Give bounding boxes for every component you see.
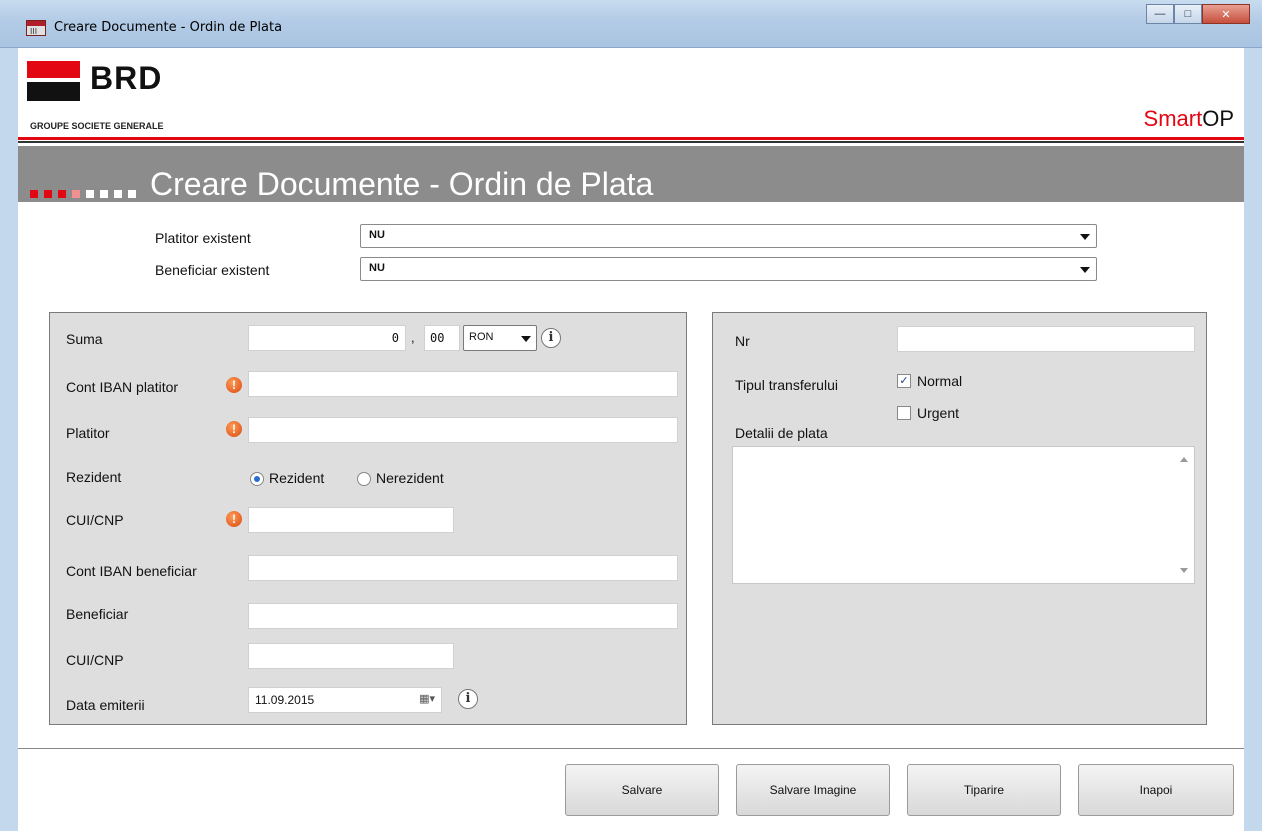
salvare-imagine-button[interactable]: Salvare Imagine xyxy=(736,764,890,816)
page-banner: Creare Documente - Ordin de Plata xyxy=(18,146,1244,202)
data-emiterii-label: Data emiterii xyxy=(66,697,145,713)
beneficiar-label: Beneficiar xyxy=(66,606,129,622)
minimize-icon[interactable]: — xyxy=(1146,4,1174,24)
window-content: BRD GROUPE SOCIETE GENERALE SmartOP Crea… xyxy=(18,48,1244,831)
brand-name: BRD xyxy=(90,60,163,96)
window-titlebar: III Creare Documente - Ordin de Plata — … xyxy=(0,0,1262,48)
chevron-down-icon xyxy=(1080,234,1090,240)
warning-icon: ! xyxy=(226,511,242,527)
data-emiterii-value: 11.09.2015 xyxy=(255,693,315,707)
window-frame-right xyxy=(1244,48,1262,831)
product-name-part2: OP xyxy=(1202,106,1234,131)
header-divider xyxy=(18,137,1244,140)
currency-select[interactable]: RON xyxy=(463,325,537,351)
normal-label: Normal xyxy=(917,373,963,389)
detalii-de-plata-textarea[interactable] xyxy=(732,446,1195,584)
banner-decoration xyxy=(30,190,136,198)
cont-iban-platitor-label: Cont IBAN platitor xyxy=(66,379,179,395)
nerezident-option-label: Nerezident xyxy=(376,470,444,486)
transfer-details-panel: Nr Tipul transferului ✓ Normal Urgent De… xyxy=(712,312,1207,725)
page-title: Creare Documente - Ordin de Plata xyxy=(150,166,654,202)
suma-dec-value: 00 xyxy=(430,331,445,345)
app-icon-text: III xyxy=(30,27,38,36)
rezident-option-label: Rezident xyxy=(269,470,325,486)
warning-icon: ! xyxy=(226,377,242,393)
cui-cnp-input[interactable] xyxy=(248,507,454,533)
cui-cnp-beneficiar-input[interactable] xyxy=(248,643,454,669)
urgent-checkbox[interactable] xyxy=(897,406,911,420)
window-controls: — □ ✕ xyxy=(1146,4,1250,24)
chevron-down-icon xyxy=(521,336,531,342)
info-icon[interactable]: i xyxy=(541,328,561,348)
app-icon: III xyxy=(26,20,46,36)
product-name: SmartOP xyxy=(1144,106,1234,132)
suma-separator: , xyxy=(411,330,415,345)
detalii-de-plata-label: Detalii de plata xyxy=(735,425,828,441)
cont-iban-beneficiar-input[interactable] xyxy=(248,555,678,581)
suma-int-input[interactable]: 0 xyxy=(248,325,406,351)
cont-iban-beneficiar-label: Cont IBAN beneficiar xyxy=(66,563,197,579)
beneficiar-existent-value: NU xyxy=(369,262,385,274)
brand-subtitle: GROUPE SOCIETE GENERALE xyxy=(30,121,164,131)
cui-cnp-label: CUI/CNP xyxy=(66,512,124,528)
normal-checkbox[interactable]: ✓ xyxy=(897,374,911,388)
nr-input[interactable] xyxy=(897,326,1195,352)
suma-label: Suma xyxy=(66,331,103,347)
currency-value: RON xyxy=(469,331,494,343)
chevron-down-icon xyxy=(1080,267,1090,273)
warning-icon: ! xyxy=(226,421,242,437)
urgent-label: Urgent xyxy=(917,405,960,421)
tipul-transferului-label: Tipul transferului xyxy=(735,377,838,393)
window-title: Creare Documente - Ordin de Plata xyxy=(54,20,283,35)
maximize-icon[interactable]: □ xyxy=(1174,4,1202,24)
header-divider-dark xyxy=(18,141,1244,143)
nr-label: Nr xyxy=(735,333,750,349)
suma-int-value: 0 xyxy=(391,331,399,345)
platitor-existent-select[interactable]: NU xyxy=(360,224,1097,248)
data-emiterii-input[interactable]: 11.09.2015 ▦▾ xyxy=(248,687,442,713)
suma-dec-input[interactable]: 00 xyxy=(424,325,460,351)
calendar-icon[interactable]: ▦▾ xyxy=(419,692,435,705)
footer-divider xyxy=(18,748,1244,749)
scroll-down-icon[interactable] xyxy=(1180,568,1188,573)
scroll-up-icon[interactable] xyxy=(1180,457,1188,462)
payment-details-panel: Suma 0 , 00 RON i Cont IBAN platitor ! P… xyxy=(49,312,687,725)
platitor-label: Platitor xyxy=(66,425,110,441)
info-icon[interactable]: i xyxy=(458,689,478,709)
window-frame-left xyxy=(0,48,18,831)
cont-iban-platitor-input[interactable] xyxy=(248,371,678,397)
salvare-button[interactable]: Salvare xyxy=(565,764,719,816)
tiparire-button[interactable]: Tiparire xyxy=(907,764,1061,816)
cui-cnp-beneficiar-label: CUI/CNP xyxy=(66,652,124,668)
close-icon[interactable]: ✕ xyxy=(1202,4,1250,24)
beneficiar-existent-select[interactable]: NU xyxy=(360,257,1097,281)
platitor-existent-label: Platitor existent xyxy=(155,230,251,246)
nerezident-radio[interactable] xyxy=(357,472,371,486)
inapoi-button[interactable]: Inapoi xyxy=(1078,764,1234,816)
platitor-existent-value: NU xyxy=(369,229,385,241)
beneficiar-existent-label: Beneficiar existent xyxy=(155,262,270,278)
rezident-label: Rezident xyxy=(66,469,122,485)
beneficiar-input[interactable] xyxy=(248,603,678,629)
brd-logo-mark xyxy=(27,61,80,101)
platitor-input[interactable] xyxy=(248,417,678,443)
product-name-part1: Smart xyxy=(1143,106,1203,131)
rezident-radio[interactable] xyxy=(250,472,264,486)
